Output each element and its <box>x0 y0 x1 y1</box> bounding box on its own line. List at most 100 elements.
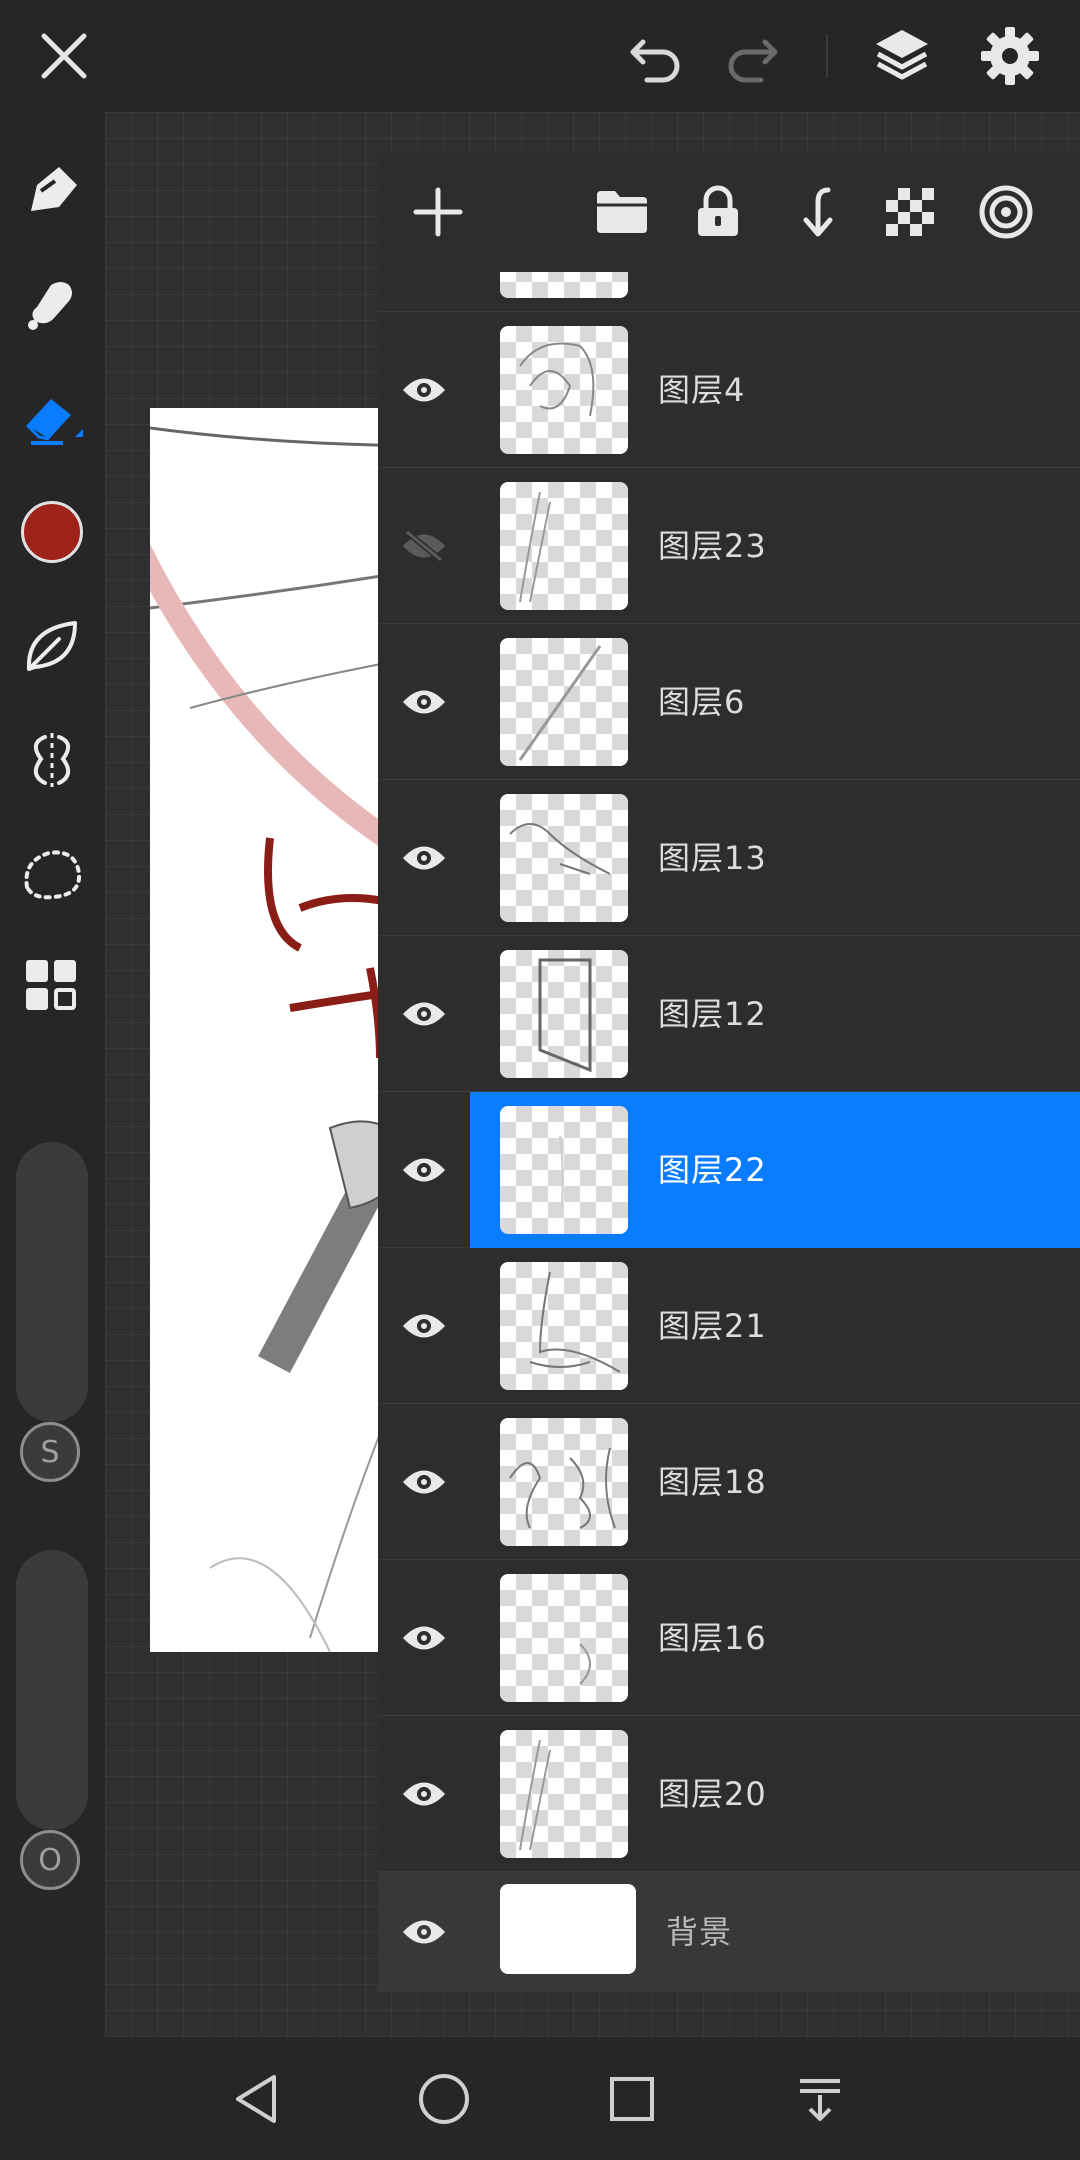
layer-row[interactable]: 图层12 <box>378 936 1080 1092</box>
opacity-knob[interactable]: O <box>20 1830 80 1890</box>
color-swatch[interactable] <box>12 492 92 572</box>
brush-color-circle <box>21 501 83 563</box>
layer-row[interactable]: 图层20 <box>378 1716 1080 1872</box>
layer-thumbnail <box>500 1418 628 1546</box>
visibility-toggle[interactable] <box>378 1560 470 1716</box>
blend-icon <box>979 185 1033 239</box>
eye-icon <box>403 1920 445 1944</box>
visibility-toggle[interactable] <box>378 468 470 624</box>
layer-thumbnail <box>500 1262 628 1390</box>
layer-name: 图层20 <box>658 1775 767 1813</box>
layer-row-partial[interactable] <box>378 272 1080 312</box>
visibility-toggle[interactable] <box>378 1872 470 1992</box>
add-layer-icon <box>413 187 463 237</box>
lasso-tool[interactable] <box>12 834 92 914</box>
undo-icon <box>630 39 680 83</box>
recents-button[interactable] <box>592 2059 672 2139</box>
eye-icon <box>403 1314 445 1338</box>
transparency-icon <box>886 188 934 236</box>
symmetry-tool[interactable] <box>12 720 92 800</box>
close-button[interactable] <box>24 16 104 96</box>
toolbar-divider <box>826 34 828 78</box>
layers-button[interactable] <box>862 16 942 96</box>
eye-icon <box>403 1782 445 1806</box>
eye-icon <box>403 690 445 714</box>
visibility-toggle[interactable] <box>378 624 470 780</box>
home-icon <box>419 2074 469 2124</box>
smudge-tool[interactable] <box>12 264 92 344</box>
layer-name: 图层12 <box>658 995 767 1033</box>
layer-thumbnail <box>500 638 628 766</box>
layer-name: 背景 <box>666 1913 733 1951</box>
add-layer-button[interactable] <box>398 172 478 252</box>
layer-thumbnail <box>500 794 628 922</box>
size-slider-label: S <box>40 1434 60 1470</box>
visibility-toggle[interactable] <box>378 1404 470 1560</box>
visibility-toggle[interactable] <box>378 1248 470 1404</box>
visibility-toggle[interactable] <box>378 936 470 1092</box>
layer-row[interactable]: 图层6 <box>378 624 1080 780</box>
layers-icon <box>876 30 928 80</box>
home-button[interactable] <box>404 2059 484 2139</box>
layer-thumbnail <box>500 1574 628 1702</box>
layer-row[interactable]: 图层23 <box>378 468 1080 624</box>
notification-pull-icon <box>800 2079 840 2121</box>
visibility-toggle[interactable] <box>378 1092 470 1248</box>
pen-icon <box>31 167 77 211</box>
layer-name: 图层4 <box>658 371 746 409</box>
eraser-icon <box>25 399 83 445</box>
layer-row[interactable]: 图层18 <box>378 1404 1080 1560</box>
layer-list[interactable]: 图层4 图层23 图层6 图层13 图层12 图层22 图层21 图层18 图层… <box>378 272 1080 1992</box>
eye-hidden-icon <box>403 529 445 563</box>
top-toolbar <box>0 0 1080 138</box>
settings-button[interactable] <box>970 16 1050 96</box>
recents-icon <box>610 2077 654 2121</box>
leaf-icon <box>26 621 77 671</box>
symmetry-icon <box>33 733 71 787</box>
eye-icon <box>403 1158 445 1182</box>
layer-name: 图层23 <box>658 527 767 565</box>
layer-row[interactable]: 图层21 <box>378 1248 1080 1404</box>
eye-icon <box>403 846 445 870</box>
visibility-toggle[interactable] <box>378 1716 470 1872</box>
brush-library[interactable] <box>12 606 92 686</box>
layer-thumbnail <box>500 482 628 610</box>
folder-icon <box>597 191 647 233</box>
blend-mode-button[interactable] <box>966 172 1046 252</box>
layer-thumbnail <box>500 326 628 454</box>
layer-name: 图层18 <box>658 1463 767 1501</box>
back-icon <box>236 2075 276 2123</box>
layer-row[interactable]: 图层13 <box>378 780 1080 936</box>
layer-row-selected[interactable]: 图层22 <box>378 1092 1080 1248</box>
redo-button[interactable] <box>713 16 793 96</box>
gallery-tool[interactable] <box>12 946 92 1026</box>
transparency-button[interactable] <box>870 172 950 252</box>
eye-icon <box>403 1626 445 1650</box>
brush-size-knob[interactable]: S <box>20 1422 80 1482</box>
visibility-toggle[interactable] <box>378 312 470 468</box>
layer-row[interactable]: 图层4 <box>378 312 1080 468</box>
layer-thumbnail <box>500 1106 628 1234</box>
layer-name: 图层21 <box>658 1307 767 1345</box>
notification-pull-button[interactable] <box>780 2059 860 2139</box>
eraser-tool[interactable] <box>12 378 92 458</box>
eye-icon <box>403 1002 445 1026</box>
back-button[interactable] <box>216 2059 296 2139</box>
background-layer-row[interactable]: 背景 <box>378 1872 1080 1992</box>
redo-icon <box>728 39 778 83</box>
layer-row[interactable]: 图层16 <box>378 1560 1080 1716</box>
background-thumbnail <box>500 1884 636 1974</box>
brush-size-slider[interactable] <box>16 1142 88 1422</box>
undo-button[interactable] <box>615 16 695 96</box>
opacity-slider[interactable] <box>16 1550 88 1830</box>
merge-down-button[interactable] <box>774 172 854 252</box>
lock-icon <box>698 185 738 236</box>
pen-tool[interactable] <box>12 152 92 232</box>
folder-button[interactable] <box>582 172 662 252</box>
visibility-toggle[interactable] <box>378 780 470 936</box>
lock-button[interactable] <box>678 172 758 252</box>
eye-icon <box>403 1470 445 1494</box>
system-navbar <box>0 2037 1080 2160</box>
layer-panel-header <box>378 152 1080 272</box>
layer-name: 图层13 <box>658 839 767 877</box>
